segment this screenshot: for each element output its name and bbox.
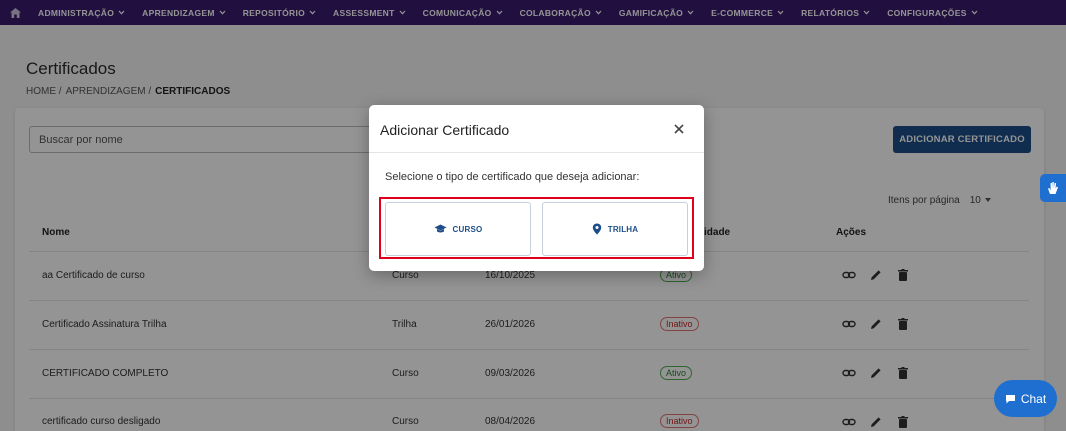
graduation-cap-icon xyxy=(434,224,447,233)
close-icon[interactable] xyxy=(672,122,686,136)
course-type-button[interactable]: CURSO xyxy=(385,202,531,256)
dialog-prompt: Selecione o tipo de certificado que dese… xyxy=(385,171,640,183)
add-certificate-dialog: Adicionar Certificado Selecione o tipo d… xyxy=(369,105,704,271)
dialog-divider xyxy=(369,152,704,153)
dialog-title: Adicionar Certificado xyxy=(380,122,510,138)
chat-bubble-icon xyxy=(1005,394,1015,403)
hand-icon xyxy=(1048,182,1058,194)
course-type-label: CURSO xyxy=(452,224,483,234)
trail-type-button[interactable]: TRILHA xyxy=(542,202,688,256)
map-pin-icon xyxy=(592,223,601,235)
accessibility-button[interactable] xyxy=(1040,174,1066,202)
trail-type-label: TRILHA xyxy=(607,224,639,234)
chat-label: Chat xyxy=(1020,391,1047,406)
chat-button[interactable]: Chat xyxy=(994,380,1057,417)
